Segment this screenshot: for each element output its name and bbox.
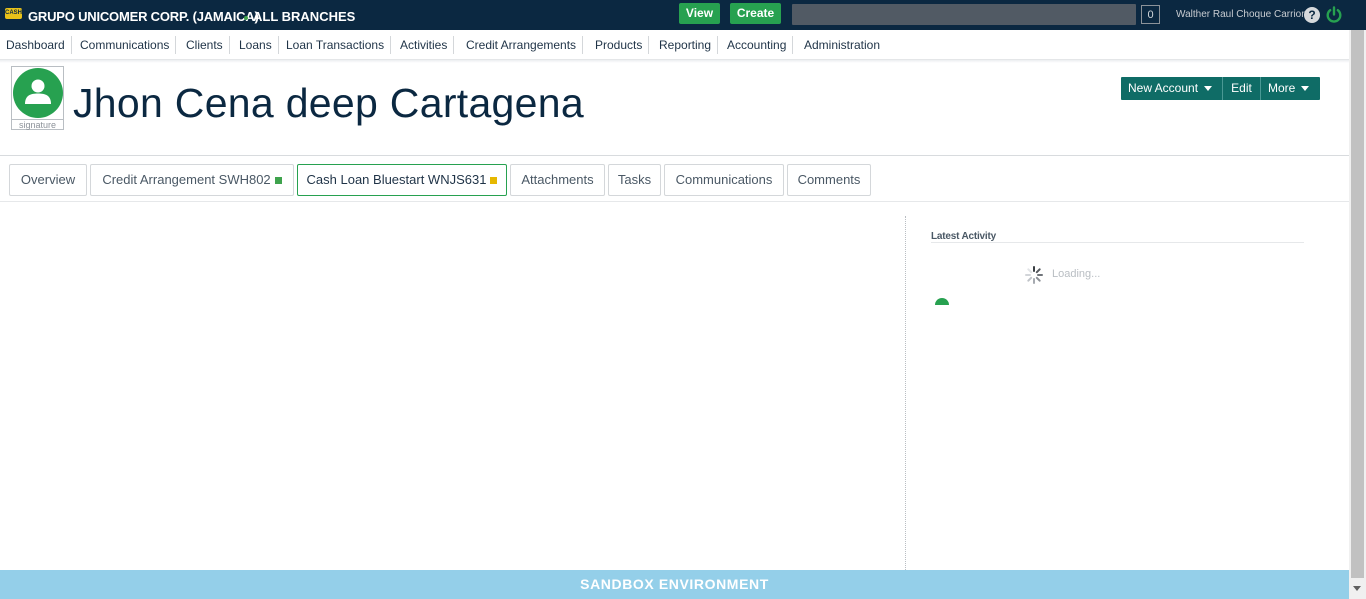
panel-divider (905, 216, 906, 570)
view-button[interactable]: View (679, 3, 720, 24)
chevron-down-icon (1204, 86, 1213, 92)
tab-label: Attachments (521, 172, 594, 187)
nav-credit-arrangements[interactable]: Credit Arrangements (460, 36, 584, 54)
scroll-down-icon[interactable] (1353, 586, 1361, 591)
scrollbar-thumb[interactable] (1351, 30, 1364, 578)
page: CASH GRUPO UNICOMER CORP. (JAMAICA) ALL … (0, 0, 1366, 599)
more-button[interactable]: More (1261, 77, 1320, 100)
chevron-down-icon (1301, 86, 1310, 92)
status-marker (490, 177, 498, 185)
search-input[interactable] (792, 4, 1136, 25)
main-nav: Dashboard Communications Clients Loans L… (0, 30, 1349, 60)
client-actions: New Account Edit More (1121, 77, 1320, 100)
nav-reporting[interactable]: Reporting (653, 36, 719, 54)
notification-count[interactable]: 0 (1141, 5, 1160, 24)
tab-comments[interactable]: Comments (787, 164, 871, 196)
tab-credit-arrangement[interactable]: Credit Arrangement SWH802 (90, 164, 294, 196)
nav-loans[interactable]: Loans (233, 36, 279, 54)
tabs-divider (0, 201, 1349, 202)
avatar (13, 68, 63, 118)
power-icon[interactable] (1325, 6, 1343, 24)
nav-loan-transactions[interactable]: Loan Transactions (280, 36, 392, 54)
nav-clients[interactable]: Clients (180, 36, 230, 54)
spinner-icon (1025, 266, 1043, 284)
help-icon[interactable]: ? (1304, 7, 1320, 23)
top-bar: CASH GRUPO UNICOMER CORP. (JAMAICA) ALL … (0, 0, 1366, 30)
new-account-button[interactable]: New Account (1121, 77, 1223, 100)
activity-avatar (935, 298, 949, 305)
client-avatar[interactable]: signature (11, 66, 64, 130)
create-button[interactable]: Create (730, 3, 781, 24)
tab-communications[interactable]: Communications (664, 164, 784, 196)
loading-text: Loading... (1052, 268, 1101, 280)
branch-status-dot (244, 16, 248, 20)
tab-tasks[interactable]: Tasks (608, 164, 661, 196)
user-name[interactable]: Walther Raul Choque Carrion (1176, 9, 1307, 20)
tab-label: Comments (797, 172, 861, 187)
tab-label: Cash Loan Bluestart WNJS631 (306, 172, 487, 187)
nav-products[interactable]: Products (589, 36, 650, 54)
new-account-label: New Account (1128, 81, 1199, 95)
tab-overview[interactable]: Overview (9, 164, 87, 196)
nav-communications[interactable]: Communications (74, 36, 177, 54)
tab-label: Communications (675, 172, 773, 187)
client-name: Jhon Cena deep Cartagena (73, 80, 584, 126)
sandbox-banner: SANDBOX ENVIRONMENT (0, 570, 1349, 599)
branch-selector[interactable]: ALL BRANCHES (253, 9, 355, 24)
tab-label: Overview (20, 172, 76, 187)
header-divider (0, 155, 1349, 156)
nav-administration[interactable]: Administration (798, 36, 886, 54)
nav-dashboard[interactable]: Dashboard (0, 36, 72, 54)
activity-title: Latest Activity (931, 231, 996, 242)
logo-text: CASH (5, 10, 23, 16)
scrollbar[interactable] (1349, 30, 1366, 599)
tab-label: Credit Arrangement SWH802 (102, 172, 271, 187)
nav-activities[interactable]: Activities (394, 36, 455, 54)
nav-shadow (0, 60, 1349, 63)
more-label: More (1268, 81, 1296, 95)
app-logo[interactable]: CASH (5, 8, 22, 19)
tab-cash-loan[interactable]: Cash Loan Bluestart WNJS631 (297, 164, 507, 196)
tab-label: Tasks (617, 172, 652, 187)
edit-button[interactable]: Edit (1223, 77, 1261, 100)
status-marker (274, 177, 282, 185)
nav-accounting[interactable]: Accounting (721, 36, 794, 54)
organization-name: GRUPO UNICOMER CORP. (JAMAICA) (28, 9, 259, 24)
user-icon (25, 79, 51, 104)
signature-label[interactable]: signature (12, 119, 63, 130)
tab-attachments[interactable]: Attachments (510, 164, 605, 196)
activity-divider (931, 242, 1304, 243)
